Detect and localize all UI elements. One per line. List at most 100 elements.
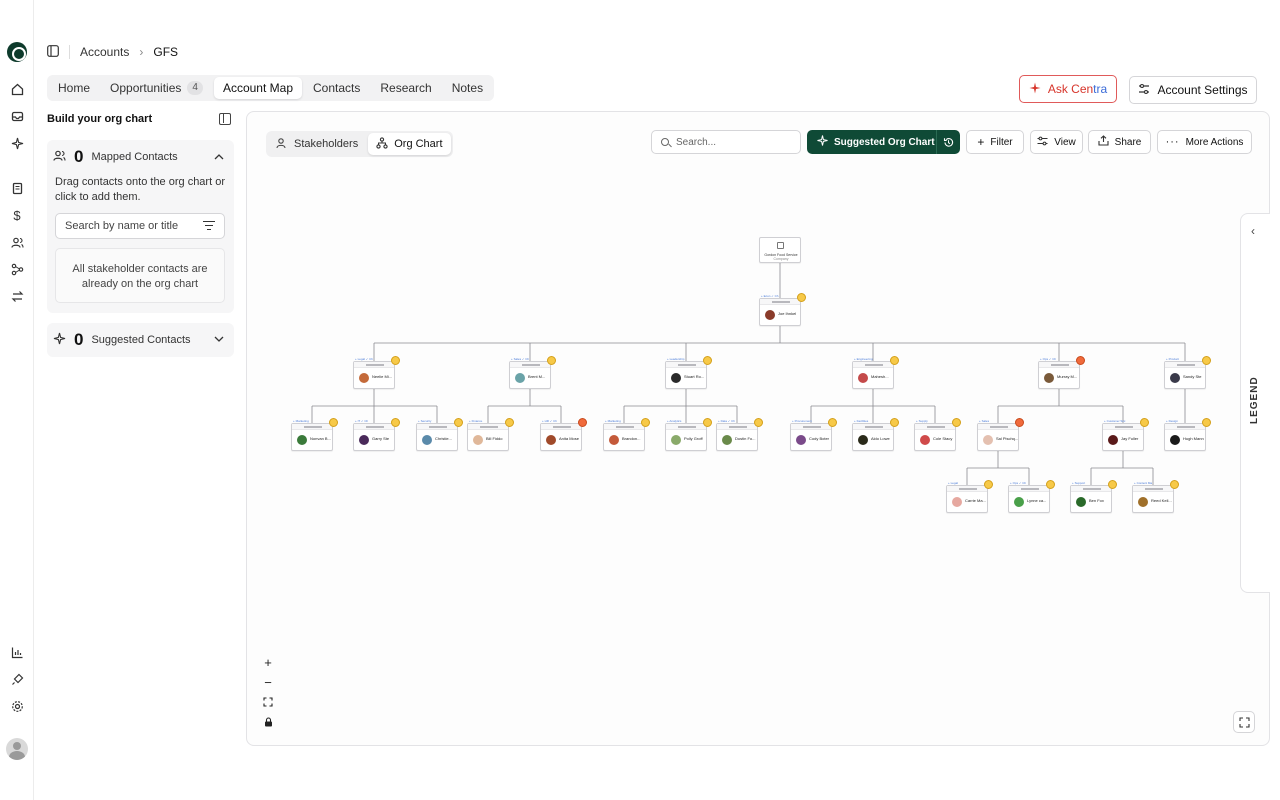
swap-icon[interactable] [7, 286, 27, 306]
org-node[interactable]: + Econ ✓ Ch Joe Ihnkel [759, 293, 806, 326]
inbox-icon[interactable] [7, 106, 27, 126]
tab-contacts[interactable]: Contacts [304, 77, 369, 99]
suggested-contacts-card[interactable]: 0 Suggested Contacts [47, 323, 234, 357]
breadcrumb-divider [69, 45, 70, 59]
analytics-icon[interactable] [7, 642, 27, 662]
chevron-up-icon[interactable] [214, 152, 224, 163]
org-node[interactable]: + Ops ✓ Ch Murray M... [1038, 356, 1085, 389]
app-logo-icon[interactable] [7, 42, 27, 62]
avatar [515, 373, 525, 383]
legend-label: LEGEND [1249, 376, 1260, 424]
accounts-icon[interactable] [7, 178, 27, 198]
avatar [1170, 373, 1180, 383]
org-node[interactable]: + Marketing Nonvan B... [291, 418, 338, 451]
chevron-down-icon[interactable] [214, 335, 224, 346]
org-chart-canvas[interactable]: Stakeholders Org Chart Search... Suggest… [246, 111, 1270, 746]
account-settings-button[interactable]: Account Settings [1129, 76, 1257, 104]
org-node[interactable]: + Analytics Polly Groff [665, 418, 712, 451]
panel-collapse-icon[interactable] [219, 113, 231, 125]
mapped-contacts-card: 0 Mapped Contacts Drag contacts onto the… [47, 140, 234, 313]
person-name: Cole Stacy [933, 436, 953, 441]
lock-icon[interactable] [258, 712, 278, 732]
home-icon[interactable] [7, 79, 27, 99]
people-icon[interactable] [7, 232, 27, 252]
breadcrumb: Accounts › GFS [47, 43, 178, 61]
org-node[interactable]: + Procurement Cody Boter [790, 418, 837, 451]
fullscreen-button[interactable] [1233, 711, 1255, 733]
org-node[interactable]: + Engineering Mahesh... [852, 356, 899, 389]
avatar [765, 310, 775, 320]
person-name: Ben Fox [1089, 498, 1104, 503]
org-node[interactable]: + Security Christie... [416, 418, 463, 451]
org-node[interactable]: + HR ✓ Ch Anita Mose [540, 418, 587, 451]
org-node[interactable]: + Sales Sal Pischq... [977, 418, 1024, 451]
org-node[interactable]: + Marketing Brandon... [603, 418, 650, 451]
sparkle-icon[interactable] [7, 133, 27, 153]
breadcrumb-accounts[interactable]: Accounts [80, 45, 129, 59]
tab-label: Account Map [222, 81, 293, 95]
account-settings-label: Account Settings [1157, 83, 1248, 97]
org-node[interactable]: + Sales ✓ Ch Brent M... [509, 356, 556, 389]
sentiment-icon [391, 356, 400, 365]
org-node[interactable]: + Ops ✓ Ch Lynne ca... [1008, 480, 1055, 513]
zoom-out-icon[interactable]: − [258, 672, 278, 692]
org-node[interactable]: + Customer Svc Jay Fuller [1102, 418, 1149, 451]
person-name: Reed Kell... [1151, 498, 1172, 503]
tab-home[interactable]: Home [49, 77, 99, 99]
person-name: Garry Ste [372, 436, 390, 441]
org-node[interactable]: + Legal Carrie Ma... [946, 480, 993, 513]
sidebar-toggle-icon[interactable] [47, 44, 59, 60]
chevron-left-icon[interactable]: ‹ [1251, 224, 1255, 238]
tab-label: Contacts [313, 81, 361, 95]
sentiment-icon [1170, 480, 1179, 489]
sentiment-icon [1046, 480, 1055, 489]
contact-search-input[interactable]: Search by name or title [55, 213, 225, 239]
tab-notes[interactable]: Notes [443, 77, 492, 99]
person-name: Joe Ihnkel [778, 311, 797, 316]
avatar [359, 373, 369, 383]
avatar [858, 373, 868, 383]
dollar-icon[interactable]: $ [7, 205, 27, 225]
mapped-label: Mapped Contacts [91, 151, 178, 163]
org-node[interactable]: + Finance Bill Fiddo [467, 418, 514, 451]
person-name: Christie... [435, 436, 452, 441]
ask-centra-button[interactable]: Ask Centra [1019, 75, 1117, 103]
sentiment-icon [641, 418, 650, 427]
avatar [546, 435, 556, 445]
tab-research[interactable]: Research [371, 77, 440, 99]
org-node[interactable]: + Supply Cole Stacy [914, 418, 961, 451]
user-avatar[interactable] [6, 738, 28, 760]
person-name: Murray M... [1057, 374, 1078, 379]
tab-opportunities[interactable]: Opportunities 4 [101, 77, 212, 99]
mapped-contacts-header[interactable]: 0 Mapped Contacts [53, 147, 178, 166]
org-node[interactable]: + Leadership Stuart Ro... [665, 356, 712, 389]
sentiment-icon [1108, 480, 1117, 489]
tab-account-map[interactable]: Account Map [213, 77, 302, 99]
integrations-icon[interactable] [7, 669, 27, 689]
suggested-label: Suggested Contacts [91, 334, 191, 346]
gear-icon[interactable] [7, 696, 27, 716]
legend-drawer[interactable]: ‹ LEGEND [1240, 213, 1270, 593]
breadcrumb-current: GFS [153, 45, 179, 59]
person-name: Nonvan B... [310, 436, 331, 441]
org-node[interactable]: + Legal ✓ Ch Neelie Mi... [353, 356, 400, 389]
org-root-company[interactable]: Gordon Food Service Company [759, 237, 801, 263]
org-node[interactable]: + Support Ben Fox [1070, 480, 1117, 513]
avatar [297, 435, 307, 445]
people-icon [53, 149, 66, 165]
org-node[interactable]: + IT ✓ Ch Garry Ste [353, 418, 400, 451]
org-node[interactable]: + Data ✓ Ch Dustin Fo... [716, 418, 763, 451]
person-name: Mahesh... [871, 374, 889, 379]
filter-icon[interactable] [203, 221, 215, 231]
org-node[interactable]: + Facilities Aldo Lowe [852, 418, 899, 451]
fit-view-icon[interactable] [258, 692, 278, 712]
zoom-in-icon[interactable]: + [258, 652, 278, 672]
org-node[interactable]: + Design Hugh Mann [1164, 418, 1211, 451]
suggested-contacts-header[interactable]: 0 Suggested Contacts [53, 330, 191, 349]
sentiment-icon [505, 418, 514, 427]
avatar [983, 435, 993, 445]
tab-label: Opportunities [110, 81, 182, 95]
workflow-icon[interactable] [7, 259, 27, 279]
org-node[interactable]: + Product Sandy Ste [1164, 356, 1211, 389]
org-node[interactable]: + Content Ma Reed Kell... [1132, 480, 1179, 513]
